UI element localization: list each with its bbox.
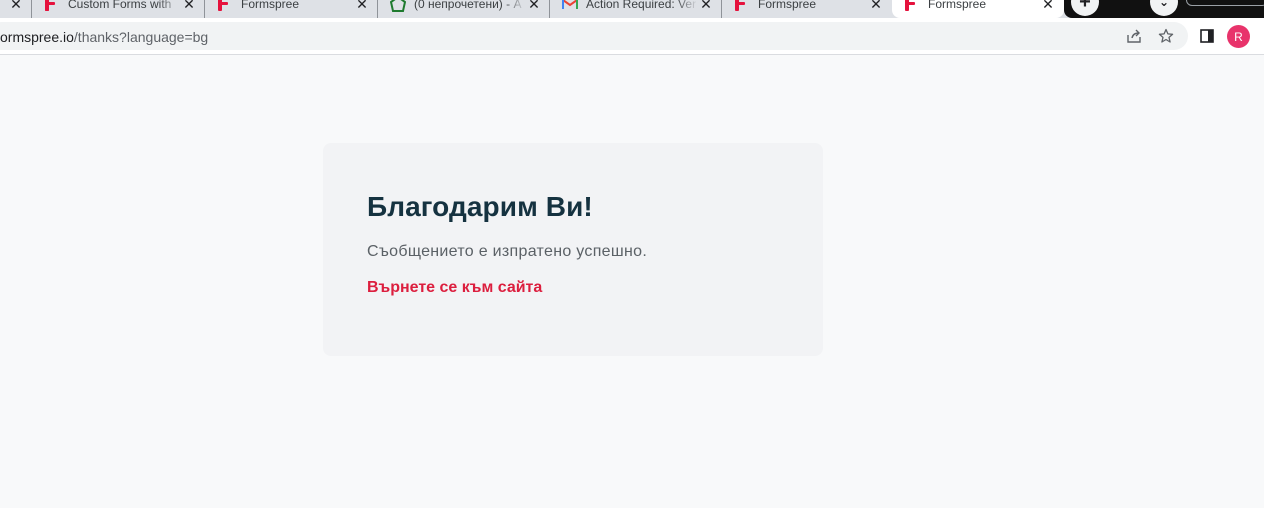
plus-icon: + xyxy=(1079,0,1091,13)
tab-1[interactable]: Custom Forms with ✕ xyxy=(32,0,205,18)
back-to-site-link[interactable]: Върнете се към сайта xyxy=(367,279,542,297)
formspree-logo-icon xyxy=(217,0,233,12)
tab-title: Formspree xyxy=(928,0,987,11)
browser-toolbar: ormspree.io/thanks?language=bg R xyxy=(0,18,1264,55)
address-bar[interactable]: ormspree.io/thanks?language=bg xyxy=(0,22,1188,50)
tab-4[interactable]: Action Required: Ver ✕ xyxy=(550,0,722,18)
thanks-card: Благодарим Ви! Съобщението е изпратено у… xyxy=(323,143,823,356)
tab-6-active[interactable]: Formspree ✕ xyxy=(892,0,1064,18)
tab-3[interactable]: (0 непрочетени) - А ✕ xyxy=(378,0,550,18)
tab-title: Custom Forms with xyxy=(68,0,172,11)
close-icon[interactable]: ✕ xyxy=(1040,0,1056,12)
tab-title: (0 непрочетени) - А xyxy=(414,0,522,11)
tab-title: Action Required: Ver xyxy=(586,0,697,11)
chevron-down-icon: ⌄ xyxy=(1158,0,1170,9)
tab-0[interactable]: ✕ xyxy=(0,0,32,18)
success-message: Съобщението е изпратено успешно. xyxy=(367,243,648,260)
tab-title: Formspree xyxy=(241,0,300,11)
tab-5[interactable]: Formspree ✕ xyxy=(722,0,892,18)
url-host: ormspree.io xyxy=(0,29,74,45)
gmail-icon xyxy=(562,0,578,12)
window-control-edge xyxy=(1186,0,1264,6)
url-path: /thanks?language=bg xyxy=(73,29,209,45)
star-icon[interactable] xyxy=(1154,24,1178,48)
close-icon[interactable]: ✕ xyxy=(698,0,714,12)
formspree-logo-icon xyxy=(44,0,60,12)
page-title: Благодарим Ви! xyxy=(367,191,593,222)
mail-icon xyxy=(390,0,406,12)
share-icon[interactable] xyxy=(1122,24,1146,48)
avatar-initial: R xyxy=(1234,29,1243,44)
side-panel-icon[interactable] xyxy=(1195,24,1219,48)
url-text[interactable]: ormspree.io/thanks?language=bg xyxy=(0,29,208,45)
tab-2[interactable]: Formspree ✕ xyxy=(205,0,378,18)
tab-strip: ✕ Custom Forms with ✕ Formspree ✕ (0 неп… xyxy=(0,0,1264,18)
close-icon[interactable]: ✕ xyxy=(8,0,24,12)
formspree-logo-icon xyxy=(904,0,920,12)
close-icon[interactable]: ✕ xyxy=(181,0,197,12)
formspree-logo-icon xyxy=(734,0,750,12)
close-icon[interactable]: ✕ xyxy=(354,0,370,12)
close-icon[interactable]: ✕ xyxy=(868,0,884,12)
profile-avatar[interactable]: R xyxy=(1227,25,1250,48)
close-icon[interactable]: ✕ xyxy=(526,0,542,12)
tab-title: Formspree xyxy=(758,0,817,11)
